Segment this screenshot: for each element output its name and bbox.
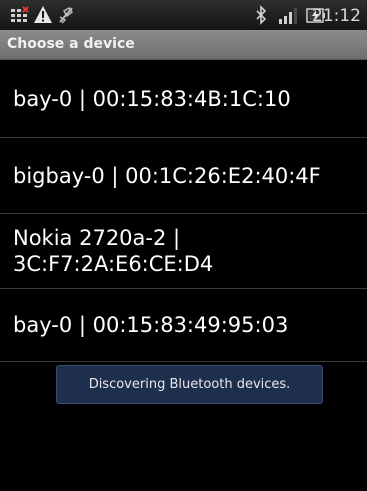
warning-icon — [34, 6, 52, 23]
list-item[interactable]: bay-0 | 00:15:83:49:95:03 — [0, 289, 367, 362]
list-item[interactable]: Nokia 2720a-2 | 3C:F7:2A:E6:CE:D4 — [0, 214, 367, 289]
device-label: Nokia 2720a-2 | 3C:F7:2A:E6:CE:D4 — [13, 226, 214, 276]
list-item[interactable]: bay-0 | 00:15:83:4B:1C:10 — [0, 60, 367, 138]
status-time: 21:12 — [312, 6, 361, 26]
signal-icon — [279, 8, 297, 24]
list-item[interactable]: bigbay-0 | 00:1C:26:E2:40:4F — [0, 138, 367, 214]
usb-debug-icon — [59, 7, 74, 24]
page-title: Choose a device — [7, 36, 135, 52]
screen: 21:12 Choose a device bay-0 | 00:15:83:4… — [0, 0, 367, 491]
device-label: bigbay-0 | 00:1C:26:E2:40:4F — [13, 163, 321, 188]
toast-message: Discovering Bluetooth devices. — [88, 377, 291, 392]
device-label: bay-0 | 00:15:83:49:95:03 — [13, 313, 289, 337]
title-bar: Choose a device — [0, 30, 367, 60]
discovery-toast: Discovering Bluetooth devices. — [56, 365, 323, 404]
bluetooth-icon — [256, 5, 267, 25]
device-label: bay-0 | 00:15:83:4B:1C:10 — [13, 86, 291, 111]
status-bar: 21:12 — [0, 0, 367, 30]
menu-grid-icon — [11, 6, 29, 22]
device-list: bay-0 | 00:15:83:4B:1C:10 bigbay-0 | 00:… — [0, 60, 367, 362]
